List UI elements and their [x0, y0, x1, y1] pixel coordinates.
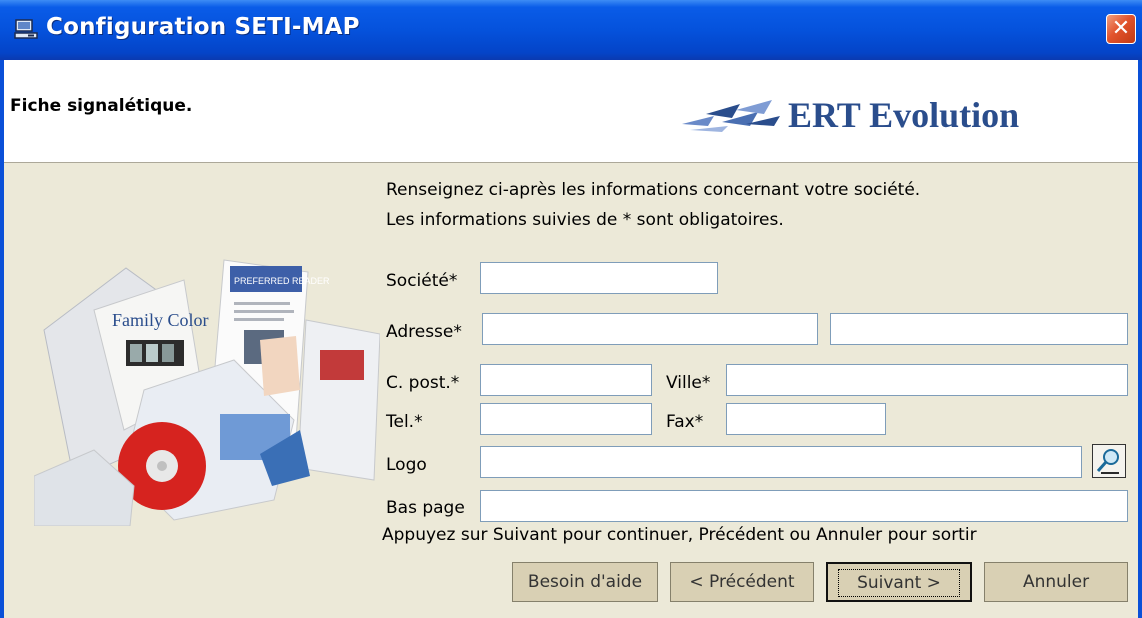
- cancel-button[interactable]: Annuler: [984, 562, 1128, 602]
- baspage-label: Bas page: [386, 498, 465, 518]
- dialog-window: Configuration SETI-MAP ✕ Fiche signaléti…: [0, 0, 1142, 618]
- title-bar[interactable]: Configuration SETI-MAP ✕: [0, 0, 1142, 60]
- cpost-field[interactable]: [480, 364, 652, 396]
- browse-logo-button[interactable]: [1092, 444, 1126, 478]
- brand-logo: ERT Evolution: [676, 92, 1056, 140]
- next-button[interactable]: Suivant >: [826, 562, 972, 602]
- intro-line-2: Les informations suivies de * sont oblig…: [386, 210, 784, 230]
- intro-line-1: Renseignez ci-après les informations con…: [386, 180, 921, 200]
- previous-button[interactable]: < Précédent: [670, 562, 814, 602]
- adresse-line2-field[interactable]: [830, 313, 1128, 345]
- baspage-field[interactable]: [480, 490, 1128, 522]
- ville-label: Ville*: [666, 373, 711, 393]
- svg-text:PREFERRED READER: PREFERRED READER: [234, 276, 330, 286]
- tel-field[interactable]: [480, 403, 652, 435]
- svg-text:Family Color: Family Color: [112, 310, 209, 330]
- ville-field[interactable]: [726, 364, 1128, 396]
- wizard-header: Fiche signalétique. ERT Evolution: [4, 60, 1138, 163]
- adresse-line1-field[interactable]: [482, 313, 818, 345]
- dialog-body: Fiche signalétique. ERT Evolution Family…: [4, 60, 1138, 618]
- brand-name: ERT Evolution: [788, 95, 1020, 135]
- brand-mark-icon: [682, 100, 780, 132]
- instruction-text: Appuyez sur Suivant pour continuer, Préc…: [382, 525, 977, 545]
- close-button[interactable]: ✕: [1106, 14, 1136, 44]
- societe-label: Société*: [386, 271, 458, 291]
- next-button-label: Suivant >: [838, 569, 960, 597]
- page-title: Fiche signalétique.: [10, 96, 193, 116]
- computer-icon: [14, 19, 38, 39]
- help-button[interactable]: Besoin d'aide: [512, 562, 658, 602]
- adresse-label: Adresse*: [386, 322, 462, 342]
- magnifier-icon: [1096, 449, 1119, 474]
- societe-field[interactable]: [480, 262, 718, 294]
- fax-label: Fax*: [666, 412, 704, 432]
- window-title: Configuration SETI-MAP: [46, 14, 360, 40]
- close-icon: ✕: [1111, 16, 1131, 41]
- brochures-illustration: Family Color PREFERRED READER: [34, 259, 380, 526]
- logo-label: Logo: [386, 455, 427, 475]
- cpost-label: C. post.*: [386, 373, 460, 393]
- fax-field[interactable]: [726, 403, 886, 435]
- tel-label: Tel.*: [386, 412, 423, 432]
- logo-path-field[interactable]: [480, 446, 1082, 478]
